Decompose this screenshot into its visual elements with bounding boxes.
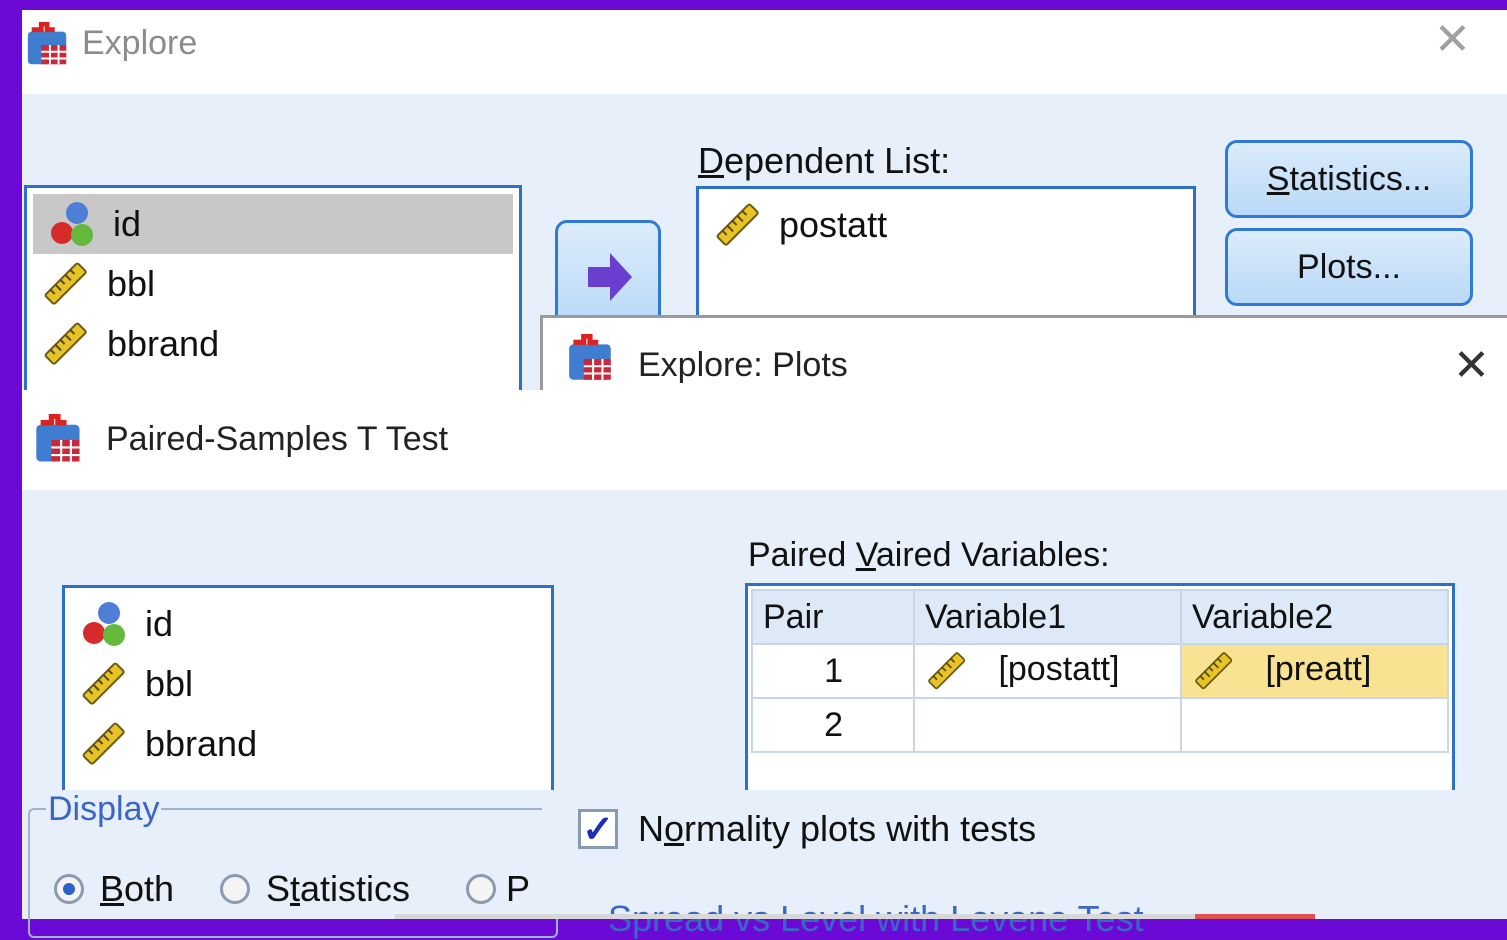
display-option-both[interactable]: Both — [54, 868, 174, 910]
plots-button-label: Plots... — [1297, 247, 1401, 286]
explore-close-icon[interactable]: ✕ — [1434, 18, 1471, 62]
table-header-row: Pair Variable1 Variable2 — [751, 589, 1449, 645]
move-to-dependent-button[interactable] — [555, 220, 661, 330]
bottom-edge-accent — [1195, 914, 1315, 919]
statistics-button-label: Statistics... — [1266, 159, 1432, 198]
variable1-cell[interactable]: [postatt] — [913, 643, 1182, 699]
display-option-statistics[interactable]: Statistics — [220, 868, 410, 910]
paired-variable-list[interactable]: id bbl bbrand — [62, 585, 554, 805]
explore-plots-close-icon[interactable]: ✕ — [1453, 344, 1490, 388]
explore-plots-body: ✓ Normality plots with tests Spread vs L… — [542, 790, 1507, 939]
normality-plots-checkbox[interactable]: ✓ — [578, 809, 618, 851]
spread-level-label[interactable]: Spread vs Level with Levene Test — [608, 898, 1144, 940]
scale-variable-icon — [41, 319, 91, 369]
display-option-plots[interactable]: P — [466, 868, 530, 910]
spss-app-icon — [32, 414, 86, 468]
list-item[interactable]: bbrand — [65, 714, 551, 774]
paired-titlebar: Paired-Samples T Test — [22, 390, 1507, 490]
display-group: Display Both Statistics P — [22, 790, 558, 938]
explore-variable-list[interactable]: id bbl bbrand — [24, 185, 522, 425]
scale-variable-icon — [41, 259, 91, 309]
paired-variables-table[interactable]: Pair Variable1 Variable2 1 [postatt] [pr… — [745, 583, 1455, 813]
normality-plots-label: Normality plots with tests — [638, 808, 1037, 849]
radio-button[interactable] — [466, 874, 496, 904]
scale-variable-icon — [925, 649, 969, 693]
list-item[interactable]: bbl — [27, 254, 519, 314]
paired-dialog: Paired-Samples T Test id bbl bbrand Pair… — [22, 390, 1507, 813]
explore-plots-titlebar: Explore: Plots ✕ — [540, 315, 1507, 390]
scale-variable-icon — [713, 200, 763, 250]
list-item[interactable]: bbrand — [27, 314, 519, 374]
pair-number: 1 — [751, 643, 915, 699]
scale-variable-icon — [1192, 649, 1236, 693]
radio-button[interactable] — [54, 874, 84, 904]
pairs-table: Pair Variable1 Variable2 1 [postatt] [pr… — [751, 589, 1449, 753]
column-header-pair: Pair — [751, 589, 915, 645]
bottom-edge — [395, 914, 1195, 919]
variable2-cell[interactable] — [1180, 697, 1449, 753]
list-item[interactable]: bbl — [65, 654, 551, 714]
spss-app-icon — [24, 22, 72, 70]
display-group-label: Display — [46, 790, 162, 829]
dependent-list-label: Dependent List: — [698, 140, 951, 181]
variable2-cell[interactable]: [preatt] — [1180, 643, 1449, 699]
spss-app-icon — [565, 334, 617, 386]
column-header-variable1: Variable1 — [913, 589, 1182, 645]
list-item[interactable]: id — [33, 194, 513, 254]
arrow-right-icon — [588, 253, 632, 301]
pair-number: 2 — [751, 697, 915, 753]
explore-titlebar: Explore ✕ — [22, 10, 1507, 94]
table-row[interactable]: 2 — [751, 697, 1449, 753]
explore-title: Explore — [82, 24, 198, 62]
variable1-cell[interactable] — [913, 697, 1182, 753]
radio-button[interactable] — [220, 874, 250, 904]
explore-plots-title: Explore: Plots — [638, 346, 848, 384]
statistics-button[interactable]: Statistics... — [1225, 140, 1473, 218]
plots-button[interactable]: Plots... — [1225, 228, 1473, 306]
column-header-variable2: Variable2 — [1180, 589, 1449, 645]
table-row[interactable]: 1 [postatt] [preatt] — [751, 643, 1449, 699]
paired-title: Paired-Samples T Test — [106, 420, 449, 458]
list-item[interactable]: id — [65, 594, 551, 654]
paired-variables-label: Paired Vaired Variables: — [748, 536, 1110, 574]
normality-plots-checkbox-row[interactable]: ✓ Normality plots with tests — [578, 808, 1037, 851]
scale-variable-icon — [79, 659, 129, 709]
list-item[interactable]: postatt — [699, 195, 1193, 255]
nominal-variable-icon — [79, 599, 129, 649]
scale-variable-icon — [79, 719, 129, 769]
nominal-variable-icon — [47, 199, 97, 249]
